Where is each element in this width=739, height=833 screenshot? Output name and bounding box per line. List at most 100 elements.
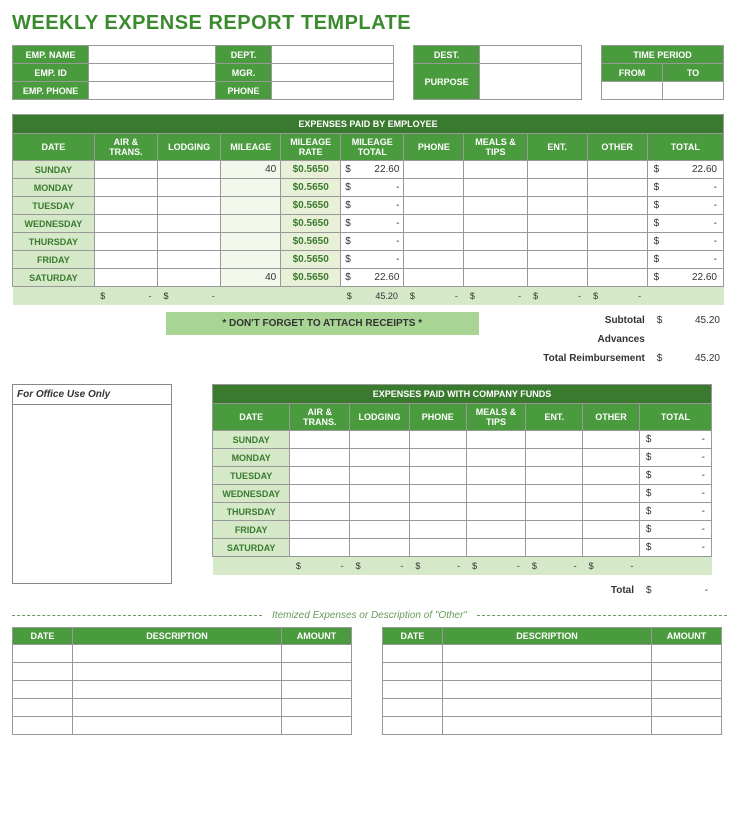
- cell-amount[interactable]: [282, 699, 352, 717]
- cell-meals[interactable]: [464, 233, 527, 251]
- cell-other[interactable]: [587, 269, 647, 287]
- cell-other[interactable]: [587, 233, 647, 251]
- cell-lodging[interactable]: [158, 233, 221, 251]
- cell-input[interactable]: [290, 431, 350, 449]
- cell-date[interactable]: [383, 681, 443, 699]
- cell-mileage[interactable]: [221, 233, 281, 251]
- cell-amount[interactable]: [652, 681, 722, 699]
- cell-mileage[interactable]: 40: [221, 269, 281, 287]
- cell-date[interactable]: [383, 717, 443, 735]
- cell-description[interactable]: [72, 681, 281, 699]
- input-dest[interactable]: [480, 46, 582, 64]
- input-emp-name[interactable]: [89, 46, 216, 64]
- cell-input[interactable]: [526, 539, 583, 557]
- cell-input[interactable]: [526, 521, 583, 539]
- cell-input[interactable]: [409, 521, 466, 539]
- cell-air[interactable]: [94, 269, 157, 287]
- cell-amount[interactable]: [282, 681, 352, 699]
- cell-ent[interactable]: [527, 161, 587, 179]
- cell-phone[interactable]: [404, 197, 464, 215]
- cell-other[interactable]: [587, 197, 647, 215]
- cell-input[interactable]: [526, 431, 583, 449]
- cell-input[interactable]: [350, 467, 410, 485]
- cell-amount[interactable]: [652, 717, 722, 735]
- cell-description[interactable]: [72, 699, 281, 717]
- cell-air[interactable]: [94, 179, 157, 197]
- cell-input[interactable]: [290, 485, 350, 503]
- cell-date[interactable]: [13, 699, 73, 717]
- cell-phone[interactable]: [404, 215, 464, 233]
- cell-air[interactable]: [94, 233, 157, 251]
- cell-input[interactable]: [583, 521, 640, 539]
- cell-input[interactable]: [583, 467, 640, 485]
- cell-input[interactable]: [350, 449, 410, 467]
- cell-ent[interactable]: [527, 233, 587, 251]
- cell-lodging[interactable]: [158, 269, 221, 287]
- cell-other[interactable]: [587, 251, 647, 269]
- cell-date[interactable]: [13, 717, 73, 735]
- cell-description[interactable]: [442, 717, 651, 735]
- cell-input[interactable]: [409, 449, 466, 467]
- cell-date[interactable]: [383, 699, 443, 717]
- input-dept[interactable]: [271, 46, 393, 64]
- cell-ent[interactable]: [527, 197, 587, 215]
- cell-phone[interactable]: [404, 179, 464, 197]
- cell-description[interactable]: [72, 645, 281, 663]
- cell-amount[interactable]: [282, 663, 352, 681]
- cell-ent[interactable]: [527, 251, 587, 269]
- cell-input[interactable]: [526, 467, 583, 485]
- cell-air[interactable]: [94, 197, 157, 215]
- cell-description[interactable]: [442, 699, 651, 717]
- cell-other[interactable]: [587, 161, 647, 179]
- cell-input[interactable]: [583, 485, 640, 503]
- cell-phone[interactable]: [404, 233, 464, 251]
- cell-lodging[interactable]: [158, 179, 221, 197]
- input-purpose[interactable]: [480, 64, 582, 100]
- cell-input[interactable]: [290, 467, 350, 485]
- cell-amount[interactable]: [652, 663, 722, 681]
- cell-other[interactable]: [587, 179, 647, 197]
- cell-input[interactable]: [290, 539, 350, 557]
- cell-input[interactable]: [466, 467, 526, 485]
- cell-input[interactable]: [409, 485, 466, 503]
- input-to[interactable]: [663, 82, 724, 100]
- cell-input[interactable]: [350, 521, 410, 539]
- cell-lodging[interactable]: [158, 251, 221, 269]
- cell-meals[interactable]: [464, 161, 527, 179]
- cell-input[interactable]: [583, 431, 640, 449]
- cell-input[interactable]: [583, 503, 640, 521]
- cell-meals[interactable]: [464, 251, 527, 269]
- cell-input[interactable]: [526, 449, 583, 467]
- cell-phone[interactable]: [404, 269, 464, 287]
- cell-phone[interactable]: [404, 161, 464, 179]
- cell-meals[interactable]: [464, 215, 527, 233]
- cell-input[interactable]: [583, 449, 640, 467]
- cell-date[interactable]: [13, 645, 73, 663]
- cell-amount[interactable]: [282, 717, 352, 735]
- cell-mileage[interactable]: [221, 197, 281, 215]
- cell-phone[interactable]: [404, 251, 464, 269]
- cell-input[interactable]: [290, 503, 350, 521]
- cell-description[interactable]: [442, 663, 651, 681]
- cell-meals[interactable]: [464, 179, 527, 197]
- cell-air[interactable]: [94, 215, 157, 233]
- cell-date[interactable]: [383, 663, 443, 681]
- cell-input[interactable]: [409, 539, 466, 557]
- cell-ent[interactable]: [527, 269, 587, 287]
- input-phone[interactable]: [271, 82, 393, 100]
- cell-mileage[interactable]: [221, 251, 281, 269]
- cell-mileage[interactable]: [221, 215, 281, 233]
- cell-meals[interactable]: [464, 269, 527, 287]
- cell-input[interactable]: [350, 431, 410, 449]
- cell-description[interactable]: [442, 681, 651, 699]
- cell-description[interactable]: [72, 717, 281, 735]
- cell-lodging[interactable]: [158, 215, 221, 233]
- cell-input[interactable]: [350, 503, 410, 521]
- cell-air[interactable]: [94, 161, 157, 179]
- cell-input[interactable]: [466, 431, 526, 449]
- cell-input[interactable]: [526, 485, 583, 503]
- cell-input[interactable]: [466, 539, 526, 557]
- cell-input[interactable]: [350, 485, 410, 503]
- input-mgr[interactable]: [271, 64, 393, 82]
- cell-input[interactable]: [466, 503, 526, 521]
